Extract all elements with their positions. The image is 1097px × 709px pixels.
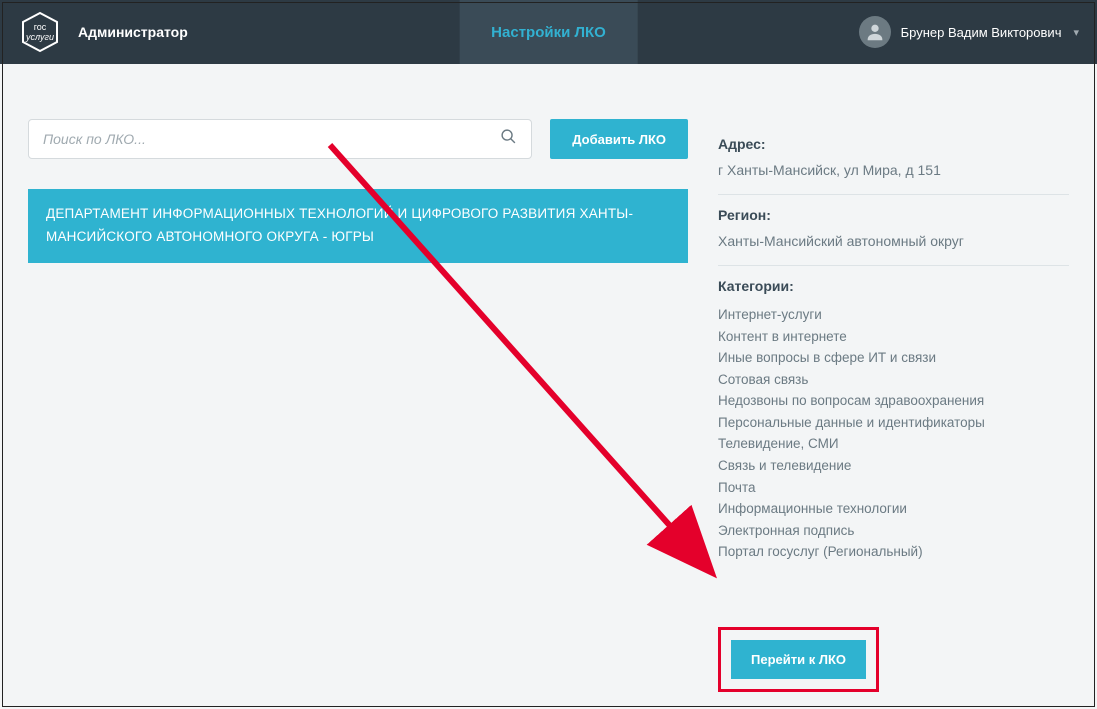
search-row: Добавить ЛКО	[28, 119, 688, 159]
details-panel: Адрес: г Ханты-Мансийск, ул Мира, д 151 …	[718, 119, 1069, 679]
category-item: Информационные технологии	[718, 498, 1069, 520]
category-item: Электронная подпись	[718, 520, 1069, 542]
lko-list-item-selected[interactable]: ДЕПАРТАМЕНТ ИНФОРМАЦИОННЫХ ТЕХНОЛОГИЙ И …	[28, 189, 688, 263]
user-name: Брунер Вадим Викторович	[901, 25, 1062, 40]
tab-settings-lko[interactable]: Настройки ЛКО	[459, 0, 638, 64]
gosuslugi-logo-icon: гос услуги	[18, 10, 62, 54]
user-menu[interactable]: Брунер Вадим Викторович ▾	[859, 16, 1079, 48]
category-item: Связь и телевидение	[718, 455, 1069, 477]
goto-lko-button[interactable]: Перейти к ЛКО	[731, 640, 866, 679]
categories-section: Категории: Интернет-услугиКонтент в инте…	[718, 266, 1069, 579]
main-column: Добавить ЛКО ДЕПАРТАМЕНТ ИНФОРМАЦИОННЫХ …	[28, 119, 688, 679]
svg-text:услуги: услуги	[25, 32, 54, 42]
role-label: Администратор	[78, 24, 188, 40]
categories-label: Категории:	[718, 278, 1069, 294]
category-item: Персональные данные и идентификаторы	[718, 412, 1069, 434]
region-label: Регион:	[718, 207, 1069, 223]
page-body: Добавить ЛКО ДЕПАРТАМЕНТ ИНФОРМАЦИОННЫХ …	[0, 64, 1097, 709]
logo: гос услуги Администратор	[18, 10, 188, 54]
category-item: Контент в интернете	[718, 326, 1069, 348]
address-label: Адрес:	[718, 136, 1069, 152]
category-item: Почта	[718, 477, 1069, 499]
svg-text:гос: гос	[34, 22, 47, 32]
category-item: Портал госуслуг (Региональный)	[718, 541, 1069, 563]
goto-highlight: Перейти к ЛКО	[718, 627, 879, 692]
categories-list: Интернет-услугиКонтент в интернетеИные в…	[718, 304, 1069, 563]
region-value: Ханты-Мансийский автономный округ	[718, 233, 1069, 249]
region-section: Регион: Ханты-Мансийский автономный окру…	[718, 195, 1069, 266]
address-value: г Ханты-Мансийск, ул Мира, д 151	[718, 162, 1069, 178]
search-icon[interactable]	[500, 128, 517, 150]
add-lko-button[interactable]: Добавить ЛКО	[550, 119, 688, 159]
chevron-down-icon: ▾	[1073, 26, 1079, 39]
app-header: гос услуги Администратор Настройки ЛКО Б…	[0, 0, 1097, 64]
category-item: Недозвоны по вопросам здравоохранения	[718, 390, 1069, 412]
category-item: Сотовая связь	[718, 369, 1069, 391]
search-box[interactable]	[28, 119, 532, 159]
address-section: Адрес: г Ханты-Мансийск, ул Мира, д 151	[718, 124, 1069, 195]
search-input[interactable]	[43, 131, 500, 147]
category-item: Иные вопросы в сфере ИТ и связи	[718, 347, 1069, 369]
category-item: Интернет-услуги	[718, 304, 1069, 326]
category-item: Телевидение, СМИ	[718, 433, 1069, 455]
avatar-icon	[859, 16, 891, 48]
